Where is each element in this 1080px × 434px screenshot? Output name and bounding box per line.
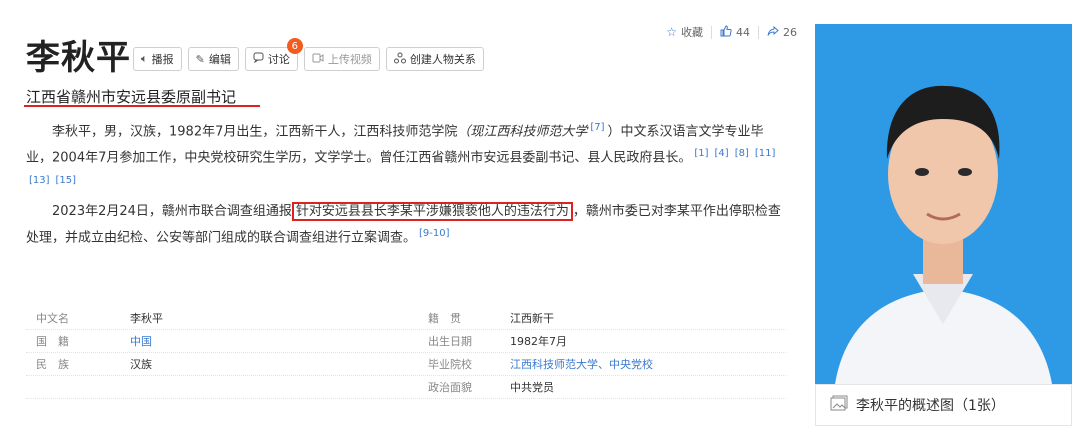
reference-link[interactable]: [7] <box>590 122 604 133</box>
edit-label: 编辑 <box>208 53 231 66</box>
share-icon <box>767 25 779 40</box>
info-key: 出生日期 <box>428 335 472 348</box>
info-row: 国 籍 中国 出生日期 1982年7月 <box>26 330 786 353</box>
share-button[interactable]: 26 <box>759 25 805 40</box>
page-title: 李秋平 <box>26 38 131 78</box>
upload-video-label: 上传视频 <box>327 53 372 66</box>
action-toolbar: 🔈︎ 播报 ✎ 编辑 讨论 6 上传视频 创建人物关系 <box>133 38 484 71</box>
subtitle: 江西省赣州市安远县委原副书记 <box>26 88 237 106</box>
info-value: 江西新干 <box>510 312 554 325</box>
star-icon: ☆ <box>666 25 677 39</box>
discuss-label: 讨论 <box>267 53 290 66</box>
info-key: 籍 贯 <box>428 312 461 325</box>
chat-bubble-icon <box>253 52 264 66</box>
info-value: 1982年7月 <box>510 335 567 348</box>
collect-button[interactable]: ☆ 收藏 <box>658 24 711 40</box>
edit-button[interactable]: ✎ 编辑 <box>187 47 239 71</box>
caption-text: 李秋平的概述图（1张） <box>856 398 1005 414</box>
info-key: 民 族 <box>36 358 69 371</box>
para1-text-a: 李秋平，男，汉族，1982年7月出生，江西新干人，江西科技师范学院 <box>52 124 458 140</box>
reference-link[interactable]: [8] <box>735 148 749 159</box>
discuss-button[interactable]: 讨论 6 <box>244 38 303 71</box>
para2-text-a: 2023年2月24日，赣州市联合调查组通报 <box>52 204 292 219</box>
speaker-icon: 🔈︎ <box>141 52 148 65</box>
info-value-link[interactable]: 江西科技师范大学、中央党校 <box>510 356 786 372</box>
reference-link[interactable]: [9-10] <box>419 228 450 239</box>
para1-italic: （现江西科技师范大学 <box>457 124 588 140</box>
like-count: 44 <box>736 25 750 39</box>
info-key: 国 籍 <box>36 335 69 348</box>
info-value: 中共党员 <box>510 381 554 394</box>
broadcast-button[interactable]: 🔈︎ 播报 <box>133 47 182 71</box>
image-gallery-icon <box>830 395 848 415</box>
discuss-count-badge: 6 <box>286 38 303 54</box>
reference-link[interactable]: [4] <box>715 148 729 159</box>
relation-icon <box>393 52 406 67</box>
basic-info-table: 中文名 李秋平 籍 贯 江西新干 国 籍 中国 出生日期 1982年7月 民 族… <box>26 307 786 399</box>
upload-video-button[interactable]: 上传视频 <box>303 47 380 71</box>
info-value-link[interactable]: 中国 <box>130 333 418 349</box>
create-relation-label: 创建人物关系 <box>409 53 476 66</box>
video-icon <box>312 53 324 66</box>
summary-paragraph-2: 2023年2月24日，赣州市联合调查组通报 针对安远县县长李某平涉嫌猥亵他人的违法… <box>26 201 786 249</box>
reference-link[interactable]: [1] <box>694 148 708 159</box>
reference-link[interactable]: [11] <box>755 148 776 159</box>
collect-label: 收藏 <box>681 26 703 39</box>
share-count: 26 <box>783 25 797 39</box>
reference-link[interactable]: [13] <box>29 175 50 186</box>
info-row: 政治面貌 中共党员 <box>26 376 786 399</box>
info-value: 李秋平 <box>130 312 163 325</box>
broadcast-label: 播报 <box>151 53 174 66</box>
info-value: 汉族 <box>130 358 152 371</box>
like-button[interactable]: 44 <box>712 24 758 40</box>
info-key: 政治面貌 <box>428 381 472 394</box>
gallery-caption-link[interactable]: 李秋平的概述图（1张） <box>815 384 1072 426</box>
info-row: 中文名 李秋平 籍 贯 江西新干 <box>26 307 786 330</box>
create-relation-button[interactable]: 创建人物关系 <box>385 47 484 71</box>
summary-paragraph-1: 李秋平，男，汉族，1982年7月出生，江西新干人，江西科技师范学院（现江西科技师… <box>26 117 786 196</box>
portrait-illustration <box>815 24 1072 384</box>
highlight-underline <box>24 105 260 107</box>
stats-bar: ☆ 收藏 44 26 <box>658 24 805 40</box>
pencil-icon: ✎ <box>195 52 205 66</box>
highlight-box: 针对安远县县长李某平涉嫌猥亵他人的违法行为 <box>291 202 573 221</box>
thumb-up-icon <box>720 24 732 40</box>
info-row: 民 族 汉族 毕业院校 江西科技师范大学、中央党校 <box>26 353 786 376</box>
reference-link[interactable]: [15] <box>56 175 77 186</box>
info-key: 中文名 <box>36 312 69 325</box>
portrait-photo[interactable] <box>815 24 1072 384</box>
info-key: 毕业院校 <box>428 358 472 371</box>
